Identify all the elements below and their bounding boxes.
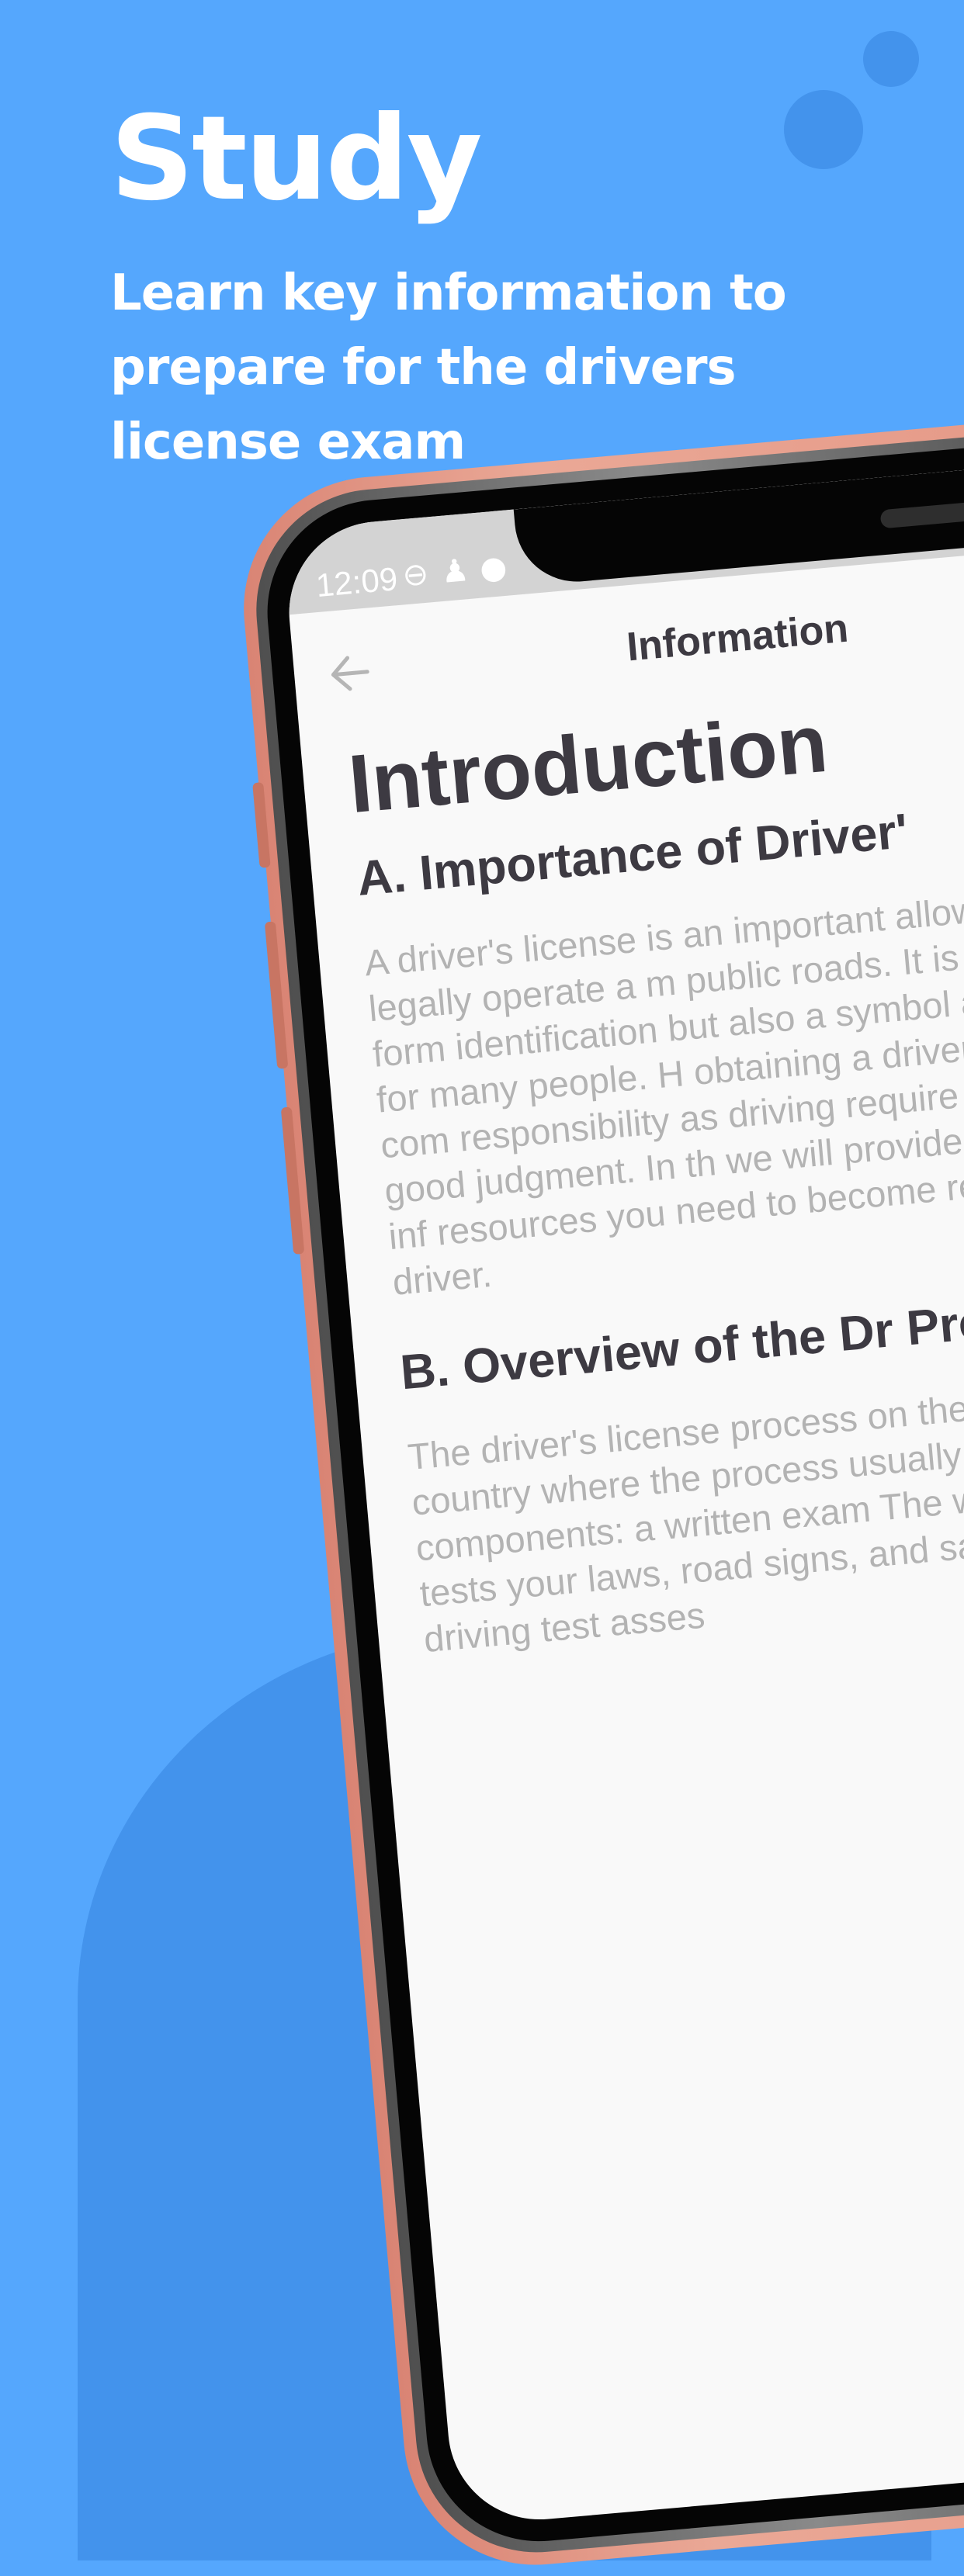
status-time: 12:09 [314, 560, 400, 604]
promo-title: Study [110, 92, 483, 227]
article-content: Introduction A. Importance of Driver' A … [345, 664, 964, 1701]
do-not-disturb-icon: ⊖ [401, 556, 431, 594]
decorative-circle [863, 31, 919, 87]
phone-speaker [879, 499, 964, 529]
snapchat-icon: ♟ [439, 552, 471, 590]
notification-icon: ● [478, 549, 509, 587]
arrow-left-icon[interactable] [324, 646, 377, 700]
app-bar-title: Information [625, 605, 851, 670]
section-body: The driver's license process on the stat… [406, 1376, 964, 1660]
decorative-circle [784, 90, 863, 169]
section-body: A driver's license is an important allow… [362, 878, 964, 1304]
